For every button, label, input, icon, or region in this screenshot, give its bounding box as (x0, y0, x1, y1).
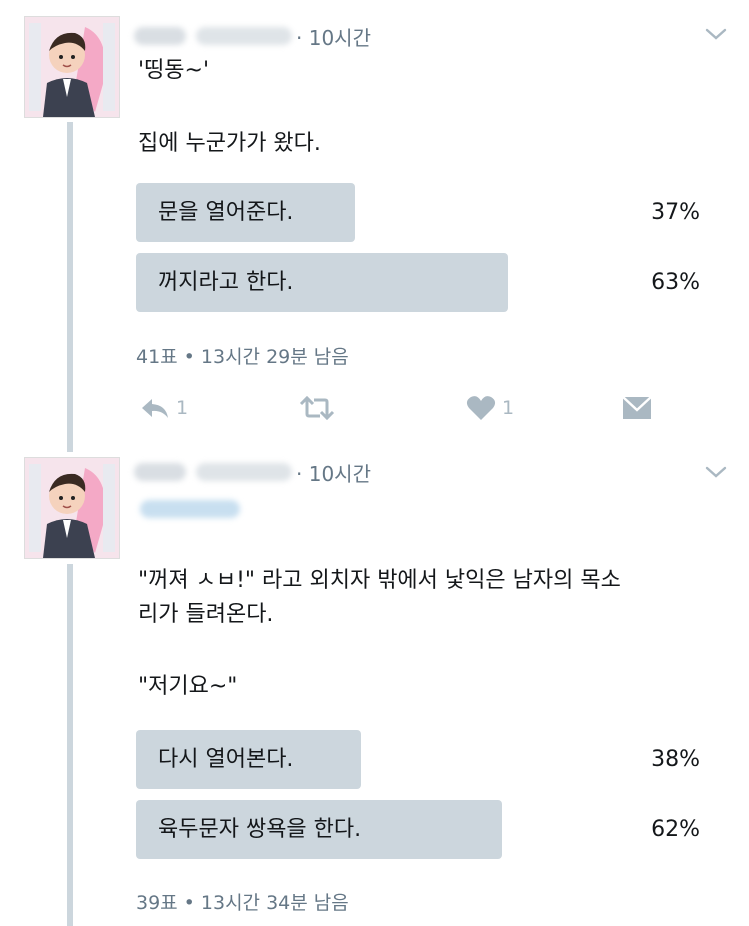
tweet-header: · 10시간 (134, 456, 371, 488)
poll-meta: 41표 • 13시간 29분 남음 (136, 342, 349, 369)
poll: 다시 열어본다. 38% 육두문자 쌍욕을 한다. 62% (136, 730, 704, 870)
thread-line (67, 122, 73, 452)
chevron-down-icon[interactable] (705, 464, 727, 480)
redacted-name (134, 463, 186, 481)
poll-meta: 39표 • 13시간 34분 남음 (136, 888, 349, 915)
separator: • (183, 346, 195, 368)
redacted-reply-to (140, 500, 240, 518)
thread-line (67, 564, 73, 926)
retweet-icon (299, 396, 335, 420)
poll-option[interactable]: 꺼지라고 한다. 63% (136, 253, 704, 312)
poll-option-label: 육두문자 쌍욕을 한다. (158, 817, 362, 842)
timestamp[interactable]: · 10시간 (296, 22, 371, 51)
tweet-text-line: "꺼져 ㅅㅂ!" 라고 외치자 밖에서 낯익은 남자의 목소 (138, 568, 621, 593)
poll-option-percent: 63% (651, 270, 700, 295)
avatar-illustration (25, 458, 119, 558)
redacted-name (134, 27, 186, 45)
poll-option-percent: 37% (651, 200, 700, 225)
poll-vote-count: 41표 (136, 346, 178, 368)
chevron-down-icon[interactable] (705, 26, 727, 42)
poll-option-label: 꺼지라고 한다. (158, 270, 294, 295)
timestamp[interactable]: · 10시간 (296, 458, 371, 487)
poll-option-label: 문을 열어준다. (158, 200, 294, 225)
avatar[interactable] (24, 16, 120, 118)
tweet-text-line: "저기요~" (138, 674, 238, 699)
like-button[interactable]: 1 (466, 388, 514, 428)
poll: 문을 열어준다. 37% 꺼지라고 한다. 63% (136, 183, 704, 323)
poll-option-label: 다시 열어본다. (158, 747, 294, 772)
poll-option-percent: 62% (651, 817, 700, 842)
heart-icon (466, 396, 496, 420)
tweet-text-line: 리가 들려온다. (138, 602, 274, 627)
reply-icon (142, 399, 168, 418)
reply-button[interactable]: 1 (140, 388, 188, 428)
retweet-button[interactable] (298, 388, 336, 428)
tweet-text-line: 집에 누군가가 왔다. (138, 131, 321, 156)
reply-count: 1 (176, 397, 189, 419)
avatar-illustration (25, 17, 119, 117)
redacted-handle (196, 463, 292, 481)
poll-option[interactable]: 문을 열어준다. 37% (136, 183, 704, 242)
tweet-2[interactable]: · 10시간 "꺼져 ㅅㅂ!" 라고 외치자 밖에서 낯익은 남자의 목소 리가… (0, 452, 749, 926)
poll-time-remaining: 13시간 29분 남음 (200, 346, 349, 368)
like-count: 1 (502, 397, 515, 419)
poll-option[interactable]: 육두문자 쌍욕을 한다. 62% (136, 800, 704, 859)
dm-button[interactable] (622, 388, 652, 428)
poll-time-remaining: 13시간 34분 남음 (200, 892, 349, 914)
avatar[interactable] (24, 457, 120, 559)
poll-option[interactable]: 다시 열어본다. 38% (136, 730, 704, 789)
redacted-handle (196, 27, 292, 45)
poll-option-percent: 38% (651, 747, 700, 772)
tweet-header: · 10시간 (134, 20, 371, 52)
separator: • (183, 892, 195, 914)
tweet-text-line: '띵동~' (138, 58, 210, 83)
tweet-actions: 1 1 (136, 388, 676, 428)
tweet-1[interactable]: · 10시간 '띵동~' 집에 누군가가 왔다. 문을 열어준다. 37% 꺼지… (0, 0, 749, 452)
envelope-icon (622, 396, 652, 419)
poll-vote-count: 39표 (136, 892, 178, 914)
